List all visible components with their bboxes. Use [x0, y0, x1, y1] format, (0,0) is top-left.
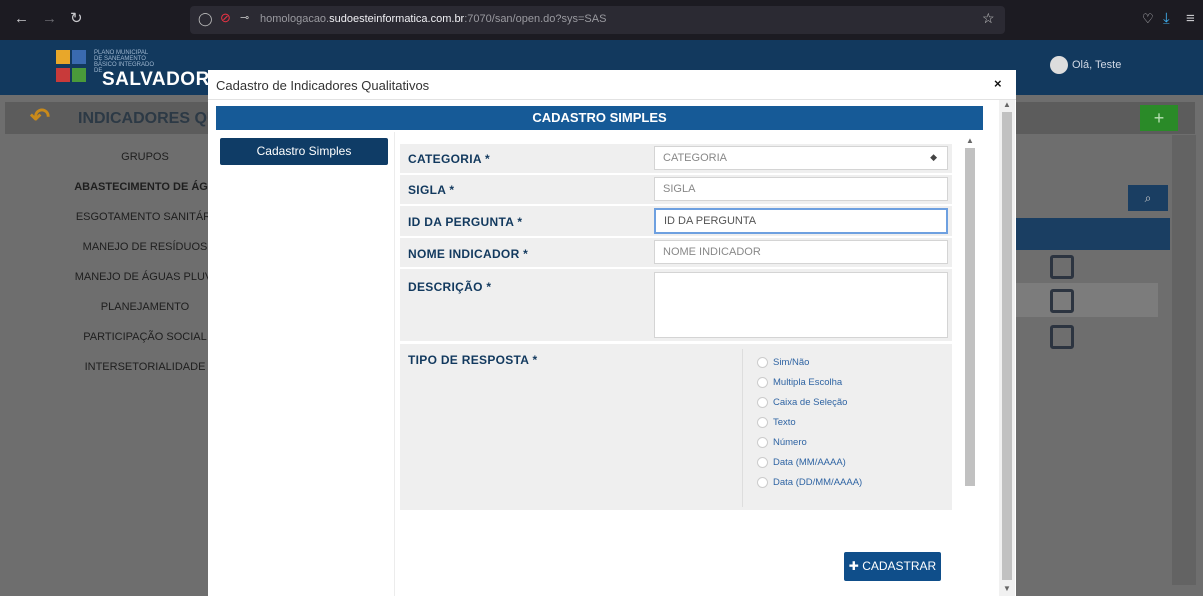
categoria-select[interactable]: CATEGORIA ◆: [654, 146, 948, 170]
radio-label: Caixa de Seleção: [773, 397, 848, 409]
form-scrollbar[interactable]: ▲: [962, 136, 978, 590]
radio-label: Sim/Não: [773, 357, 810, 369]
radio-caixa-selecao[interactable]: Caixa de Seleção: [757, 397, 847, 408]
modal-dialog: Cadastro de Indicadores Qualitativos × C…: [208, 70, 1016, 596]
section-title: CADASTRO SIMPLES: [216, 106, 983, 130]
id-pergunta-input[interactable]: ID DA PERGUNTA: [654, 208, 948, 234]
back-arrow-icon[interactable]: ↶: [30, 103, 50, 132]
add-button[interactable]: +: [1140, 105, 1178, 131]
radio-label: Data (MM/AAAA): [773, 457, 846, 469]
radio-data-dd-mm-aaaa[interactable]: Data (DD/MM/AAAA): [757, 477, 862, 488]
modal-header: Cadastro de Indicadores Qualitativos ×: [208, 70, 1016, 100]
plus-icon: ✚: [848, 559, 863, 573]
categoria-select-value: CATEGORIA: [663, 152, 727, 164]
modal-sidebar: Cadastro Simples: [216, 132, 395, 596]
table-row-highlight: [1010, 283, 1158, 317]
radio-circle-icon: [757, 357, 768, 368]
radio-numero[interactable]: Número: [757, 437, 807, 448]
logo-title: SALVADOR: [102, 69, 210, 90]
user-menu[interactable]: Olá, Teste: [1050, 56, 1121, 74]
reload-icon[interactable]: ↻: [70, 10, 83, 28]
radio-label: Texto: [773, 417, 796, 429]
modal-title: Cadastro de Indicadores Qualitativos: [216, 78, 430, 93]
radio-circle-icon: [757, 437, 768, 448]
address-bar[interactable]: ◯ ⊘ ⊸ homologacao.sudoesteinformatica.co…: [190, 6, 1005, 34]
scroll-down-icon[interactable]: ▼: [1003, 584, 1011, 593]
browser-toolbar: ← → ↻ ◯ ⊘ ⊸ homologacao.sudoesteinformat…: [0, 0, 1203, 40]
row-tipo-resposta: TIPO DE RESPOSTA * Sim/Não Multipla Esco…: [400, 344, 952, 510]
radio-data-mm-aaaa[interactable]: Data (MM/AAAA): [757, 457, 846, 468]
row-id-pergunta: ID DA PERGUNTA * ID DA PERGUNTA: [400, 206, 952, 236]
scrollbar-thumb[interactable]: [1002, 112, 1012, 580]
tipo-resposta-label: TIPO DE RESPOSTA *: [408, 353, 538, 367]
screen: ← → ↻ ◯ ⊘ ⊸ homologacao.sudoesteinformat…: [0, 0, 1203, 596]
radio-multipla-escolha[interactable]: Multipla Escolha: [757, 377, 842, 388]
menu-icon[interactable]: ≡: [1186, 10, 1195, 28]
response-type-options: Sim/Não Multipla Escolha Caixa de Seleçã…: [742, 349, 952, 507]
chevron-updown-icon: ◆: [930, 152, 937, 162]
radio-circle-icon: [757, 477, 768, 488]
modal-scrollbar[interactable]: ▲ ▼: [999, 100, 1015, 596]
row-nome-indicador: NOME INDICADOR * NOME INDICADOR: [400, 238, 952, 267]
sigla-input[interactable]: SIGLA: [654, 177, 948, 201]
scroll-up-icon[interactable]: ▲: [966, 136, 974, 145]
radio-circle-icon: [757, 417, 768, 428]
key-icon: ⊸: [240, 12, 250, 24]
categoria-label: CATEGORIA *: [408, 152, 490, 166]
user-greeting: Olá, Teste: [1072, 58, 1122, 71]
descricao-textarea[interactable]: [654, 272, 948, 338]
radio-label: Multipla Escolha: [773, 377, 843, 389]
back-icon[interactable]: ←: [14, 10, 29, 28]
radio-texto[interactable]: Texto: [757, 417, 796, 428]
radio-label: Número: [773, 437, 807, 449]
indicator-form: CATEGORIA * CATEGORIA ◆ SIGLA * SIGLA ID …: [398, 144, 952, 510]
scrollbar-thumb[interactable]: [965, 148, 975, 486]
descricao-label: DESCRIÇÃO *: [408, 280, 492, 294]
close-icon[interactable]: ×: [994, 76, 1002, 91]
edit-icon[interactable]: [1050, 255, 1074, 279]
id-pergunta-label: ID DA PERGUNTA *: [408, 215, 523, 229]
url-text[interactable]: homologacao.sudoesteinformatica.com.br:7…: [260, 13, 606, 25]
nome-indicador-label: NOME INDICADOR *: [408, 247, 529, 261]
download-icon[interactable]: ⤓: [1163, 10, 1170, 28]
forward-icon[interactable]: →: [42, 10, 57, 28]
cadastrar-button[interactable]: ✚ CADASTRAR: [844, 552, 941, 581]
row-categoria: CATEGORIA * CATEGORIA ◆: [400, 144, 952, 173]
row-descricao: DESCRIÇÃO *: [400, 269, 952, 341]
insecure-lock-icon[interactable]: ⊘: [220, 10, 231, 26]
pocket-icon[interactable]: ♡: [1142, 10, 1154, 28]
table-header: [1010, 218, 1170, 250]
radio-circle-icon: [757, 457, 768, 468]
edit-icon[interactable]: [1050, 289, 1074, 313]
radio-label: Data (DD/MM/AAAA): [773, 477, 863, 489]
radio-circle-icon: [757, 397, 768, 408]
page-title: INDICADORES QU: [78, 110, 219, 127]
scroll-up-icon[interactable]: ▲: [1003, 100, 1011, 109]
app-logo[interactable]: PLANO MUNICIPAL DE SANEAMENTO BÁSICO INT…: [52, 48, 209, 92]
radio-circle-icon: [757, 377, 768, 388]
search-button[interactable]: ⌕: [1128, 185, 1168, 211]
radio-sim-nao[interactable]: Sim/Não: [757, 357, 809, 368]
cadastrar-label: CADASTRAR: [862, 559, 937, 573]
row-sigla: SIGLA * SIGLA: [400, 175, 952, 204]
sigla-label: SIGLA *: [408, 183, 455, 197]
tab-cadastro-simples[interactable]: Cadastro Simples: [220, 138, 388, 165]
page-scrollbar[interactable]: [1172, 135, 1196, 585]
nome-indicador-input[interactable]: NOME INDICADOR: [654, 240, 948, 264]
bookmark-star-icon[interactable]: ☆: [982, 10, 995, 27]
shield-icon[interactable]: ◯: [198, 11, 213, 27]
edit-icon[interactable]: [1050, 325, 1074, 349]
avatar: [1050, 56, 1068, 74]
